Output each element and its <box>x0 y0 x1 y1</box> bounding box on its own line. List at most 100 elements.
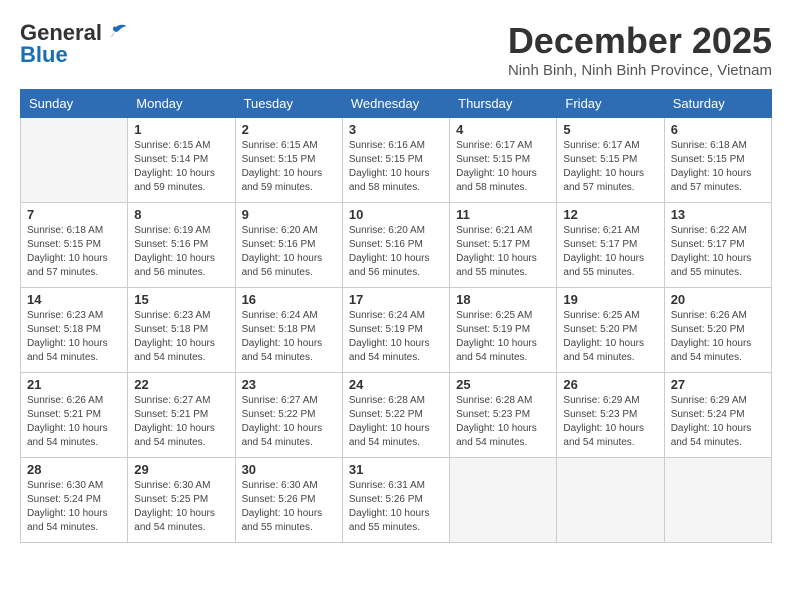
day-number: 4 <box>456 122 550 137</box>
calendar-cell <box>450 458 557 543</box>
day-info: Sunrise: 6:25 AMSunset: 5:20 PMDaylight:… <box>563 309 657 365</box>
calendar-cell: 5Sunrise: 6:17 AMSunset: 5:15 PMDaylight… <box>557 118 664 203</box>
day-info: Sunrise: 6:31 AMSunset: 5:26 PMDaylight:… <box>349 479 443 535</box>
calendar-cell: 30 Sunrise: 6:30 AMSunset: 5:26 PMDayligh… <box>235 458 342 543</box>
calendar-cell: 3Sunrise: 6:16 AMSunset: 5:15 PMDaylight… <box>342 118 449 203</box>
week-row-3: 14 Sunrise: 6:23 AMSunset: 5:18 PMDayligh… <box>21 288 772 373</box>
day-number: 9 <box>242 207 336 222</box>
page-header: General Blue December 2025 Ninh Binh, Ni… <box>20 20 772 79</box>
calendar-cell: 16 Sunrise: 6:24 AMSunset: 5:18 PMDayligh… <box>235 288 342 373</box>
day-info: Sunrise: 6:24 AMSunset: 5:19 PMDaylight:… <box>349 309 443 365</box>
day-info: Sunrise: 6:23 AMSunset: 5:18 PMDaylight:… <box>134 309 228 365</box>
logo-blue: Blue <box>20 42 68 68</box>
calendar-cell: 26 Sunrise: 6:29 AMSunset: 5:23 PMDayligh… <box>557 373 664 458</box>
day-header-monday: Monday <box>128 90 235 118</box>
day-number: 21 <box>27 377 121 392</box>
day-info: Sunrise: 6:24 AMSunset: 5:18 PMDaylight:… <box>242 309 336 365</box>
calendar-cell: 22Sunrise: 6:27 AMSunset: 5:21 PMDayligh… <box>128 373 235 458</box>
day-number: 12 <box>563 207 657 222</box>
day-info: Sunrise: 6:30 AMSunset: 5:26 PMDaylight:… <box>242 479 336 535</box>
day-header-saturday: Saturday <box>664 90 771 118</box>
calendar-cell: 8 Sunrise: 6:19 AMSunset: 5:16 PMDaylight… <box>128 203 235 288</box>
day-info: Sunrise: 6:27 AMSunset: 5:21 PMDaylight:… <box>134 394 228 450</box>
logo-bird-icon <box>104 23 128 43</box>
day-info: Sunrise: 6:30 AMSunset: 5:24 PMDaylight:… <box>27 479 121 535</box>
day-info: Sunrise: 6:28 AMSunset: 5:23 PMDaylight:… <box>456 394 550 450</box>
day-number: 25 <box>456 377 550 392</box>
day-number: 8 <box>134 207 228 222</box>
location: Ninh Binh, Ninh Binh Province, Vietnam <box>508 62 772 79</box>
week-row-5: 28 Sunrise: 6:30 AMSunset: 5:24 PMDayligh… <box>21 458 772 543</box>
day-number: 27 <box>671 377 765 392</box>
day-number: 7 <box>27 207 121 222</box>
calendar-cell: 25 Sunrise: 6:28 AMSunset: 5:23 PMDayligh… <box>450 373 557 458</box>
calendar-cell <box>664 458 771 543</box>
day-info: Sunrise: 6:27 AMSunset: 5:22 PMDaylight:… <box>242 394 336 450</box>
calendar-cell: 27Sunrise: 6:29 AMSunset: 5:24 PMDayligh… <box>664 373 771 458</box>
calendar-cell: 4 Sunrise: 6:17 AMSunset: 5:15 PMDaylight… <box>450 118 557 203</box>
day-info: Sunrise: 6:17 AMSunset: 5:15 PMDaylight:… <box>456 139 550 195</box>
day-info: Sunrise: 6:19 AMSunset: 5:16 PMDaylight:… <box>134 224 228 280</box>
calendar-cell <box>557 458 664 543</box>
day-info: Sunrise: 6:26 AMSunset: 5:21 PMDaylight:… <box>27 394 121 450</box>
day-number: 13 <box>671 207 765 222</box>
calendar-cell: 20 Sunrise: 6:26 AMSunset: 5:20 PMDayligh… <box>664 288 771 373</box>
calendar-cell: 19 Sunrise: 6:25 AMSunset: 5:20 PMDayligh… <box>557 288 664 373</box>
day-header-friday: Friday <box>557 90 664 118</box>
day-number: 30 <box>242 462 336 477</box>
day-number: 20 <box>671 292 765 307</box>
day-info: Sunrise: 6:20 AMSunset: 5:16 PMDaylight:… <box>242 224 336 280</box>
calendar-cell: 28 Sunrise: 6:30 AMSunset: 5:24 PMDayligh… <box>21 458 128 543</box>
day-number: 29 <box>134 462 228 477</box>
calendar-cell: 12 Sunrise: 6:21 AMSunset: 5:17 PMDayligh… <box>557 203 664 288</box>
calendar-cell: 7Sunrise: 6:18 AMSunset: 5:15 PMDaylight… <box>21 203 128 288</box>
day-number: 11 <box>456 207 550 222</box>
calendar-cell: 2 Sunrise: 6:15 AMSunset: 5:15 PMDaylight… <box>235 118 342 203</box>
day-info: Sunrise: 6:22 AMSunset: 5:17 PMDaylight:… <box>671 224 765 280</box>
week-row-4: 21 Sunrise: 6:26 AMSunset: 5:21 PMDayligh… <box>21 373 772 458</box>
day-info: Sunrise: 6:26 AMSunset: 5:20 PMDaylight:… <box>671 309 765 365</box>
day-number: 2 <box>242 122 336 137</box>
day-number: 15 <box>134 292 228 307</box>
day-header-sunday: Sunday <box>21 90 128 118</box>
calendar-cell: 13 Sunrise: 6:22 AMSunset: 5:17 PMDayligh… <box>664 203 771 288</box>
title-section: December 2025 Ninh Binh, Ninh Binh Provi… <box>508 20 772 79</box>
day-number: 3 <box>349 122 443 137</box>
day-number: 19 <box>563 292 657 307</box>
day-header-wednesday: Wednesday <box>342 90 449 118</box>
calendar-cell <box>21 118 128 203</box>
day-info: Sunrise: 6:17 AMSunset: 5:15 PMDaylight:… <box>563 139 657 195</box>
day-info: Sunrise: 6:29 AMSunset: 5:23 PMDaylight:… <box>563 394 657 450</box>
logo: General Blue <box>20 20 128 68</box>
day-number: 23 <box>242 377 336 392</box>
calendar-cell: 31 Sunrise: 6:31 AMSunset: 5:26 PMDayligh… <box>342 458 449 543</box>
calendar-cell: 29 Sunrise: 6:30 AMSunset: 5:25 PMDayligh… <box>128 458 235 543</box>
day-number: 31 <box>349 462 443 477</box>
calendar-cell: 24Sunrise: 6:28 AMSunset: 5:22 PMDayligh… <box>342 373 449 458</box>
day-info: Sunrise: 6:30 AMSunset: 5:25 PMDaylight:… <box>134 479 228 535</box>
day-info: Sunrise: 6:15 AMSunset: 5:14 PMDaylight:… <box>134 139 228 195</box>
day-number: 16 <box>242 292 336 307</box>
calendar-cell: 11 Sunrise: 6:21 AMSunset: 5:17 PMDayligh… <box>450 203 557 288</box>
calendar-cell: 15 Sunrise: 6:23 AMSunset: 5:18 PMDayligh… <box>128 288 235 373</box>
day-number: 14 <box>27 292 121 307</box>
day-number: 28 <box>27 462 121 477</box>
calendar-cell: 6Sunrise: 6:18 AMSunset: 5:15 PMDaylight… <box>664 118 771 203</box>
day-info: Sunrise: 6:21 AMSunset: 5:17 PMDaylight:… <box>456 224 550 280</box>
day-header-tuesday: Tuesday <box>235 90 342 118</box>
day-number: 10 <box>349 207 443 222</box>
calendar-cell: 10Sunrise: 6:20 AMSunset: 5:16 PMDayligh… <box>342 203 449 288</box>
day-number: 24 <box>349 377 443 392</box>
day-number: 26 <box>563 377 657 392</box>
calendar-cell: 23 Sunrise: 6:27 AMSunset: 5:22 PMDayligh… <box>235 373 342 458</box>
day-info: Sunrise: 6:18 AMSunset: 5:15 PMDaylight:… <box>671 139 765 195</box>
day-info: Sunrise: 6:21 AMSunset: 5:17 PMDaylight:… <box>563 224 657 280</box>
calendar-cell: 1Sunrise: 6:15 AMSunset: 5:14 PMDaylight… <box>128 118 235 203</box>
day-info: Sunrise: 6:15 AMSunset: 5:15 PMDaylight:… <box>242 139 336 195</box>
week-row-2: 7Sunrise: 6:18 AMSunset: 5:15 PMDaylight… <box>21 203 772 288</box>
calendar-table: SundayMondayTuesdayWednesdayThursdayFrid… <box>20 89 772 543</box>
calendar-cell: 17Sunrise: 6:24 AMSunset: 5:19 PMDayligh… <box>342 288 449 373</box>
month-title: December 2025 <box>508 20 772 62</box>
day-header-thursday: Thursday <box>450 90 557 118</box>
week-row-1: 1Sunrise: 6:15 AMSunset: 5:14 PMDaylight… <box>21 118 772 203</box>
